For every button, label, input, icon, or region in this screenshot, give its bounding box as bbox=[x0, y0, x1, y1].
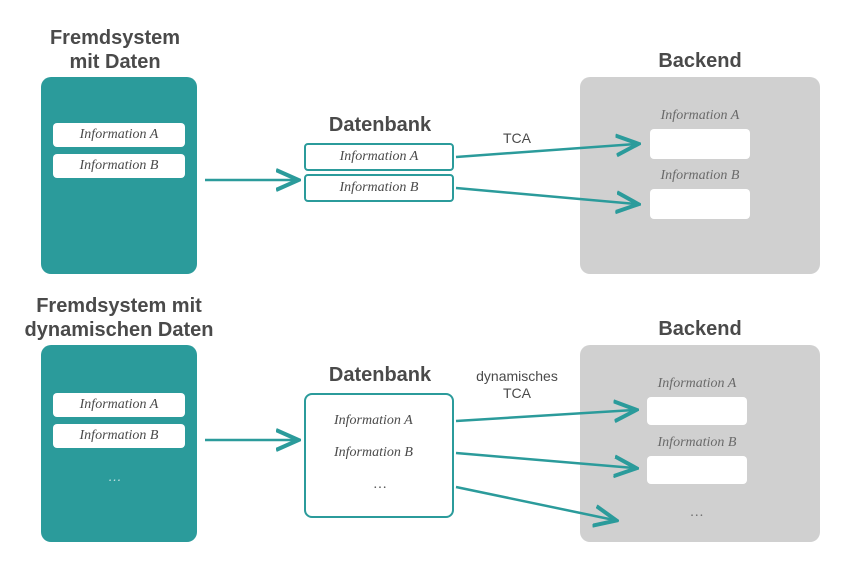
bottom-connector-label: dynamisches TCA bbox=[470, 368, 564, 402]
bottom-backend-label-b: Information B bbox=[647, 435, 747, 451]
top-backend-label-b: Information B bbox=[650, 168, 750, 184]
top-backend-box-a bbox=[650, 129, 750, 159]
top-db-item-b: Information B bbox=[304, 174, 454, 202]
bottom-db-item-b: Information B bbox=[334, 445, 413, 461]
bottom-source-title: Fremdsystem mit dynamischen Daten bbox=[14, 294, 224, 342]
title-line2: dynamischen Daten bbox=[25, 319, 214, 341]
bottom-backend-box-a bbox=[647, 397, 747, 425]
bottom-db-item-a: Information A bbox=[334, 413, 413, 429]
bottom-db-ellipsis: … bbox=[374, 477, 386, 493]
bottom-backend-box-b bbox=[647, 456, 747, 484]
top-db-title: Datenbank bbox=[300, 113, 460, 137]
top-db-item-a: Information A bbox=[304, 143, 454, 171]
bottom-source-item-b: Information B bbox=[53, 424, 185, 448]
bottom-source-item-a: Information A bbox=[53, 393, 185, 417]
bottom-backend-title: Backend bbox=[610, 317, 790, 341]
title-line1: Fremdsystem bbox=[50, 27, 180, 49]
top-backend-box-b bbox=[650, 189, 750, 219]
top-source-item-a: Information A bbox=[53, 123, 185, 147]
title-line1: Fremdsystem mit bbox=[36, 295, 202, 317]
bottom-source-ellipsis: … bbox=[108, 468, 122, 484]
bottom-db-title: Datenbank bbox=[300, 363, 460, 387]
title-line2: mit Daten bbox=[69, 51, 160, 73]
bottom-backend-ellipsis: … bbox=[682, 505, 712, 521]
top-source-title: Fremdsystem mit Daten bbox=[20, 26, 210, 74]
top-source-item-b: Information B bbox=[53, 154, 185, 178]
bottom-backend-label-a: Information A bbox=[647, 376, 747, 392]
top-backend-label-a: Information A bbox=[650, 108, 750, 124]
top-backend-title: Backend bbox=[610, 49, 790, 73]
top-connector-label: TCA bbox=[497, 130, 537, 147]
